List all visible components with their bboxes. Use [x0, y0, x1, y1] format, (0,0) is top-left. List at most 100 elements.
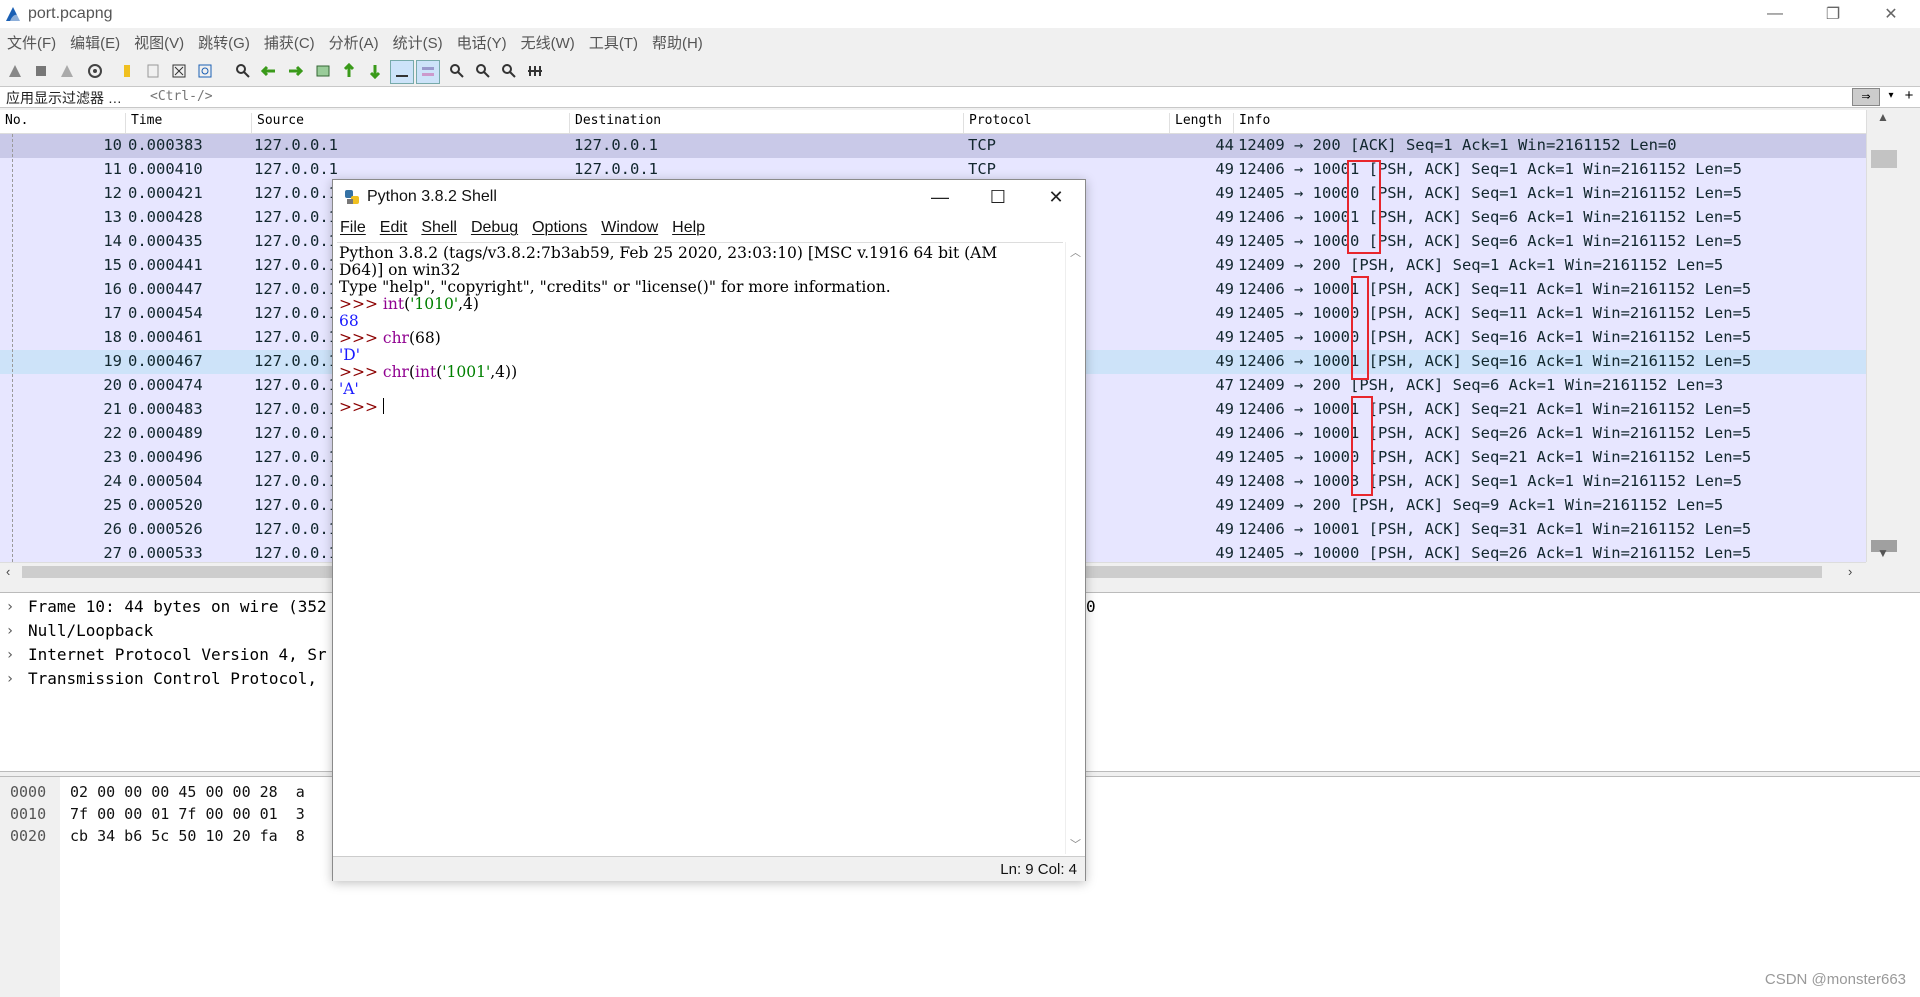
packet-list-vscroll[interactable]: ▲ ▼	[1866, 110, 1901, 562]
save-file-icon[interactable]	[142, 60, 164, 82]
detail-tcp[interactable]: Transmission Control Protocol,	[28, 669, 317, 688]
shell-menu-file[interactable]: File	[333, 219, 373, 237]
open-file-icon[interactable]	[116, 60, 138, 82]
capture-options-icon[interactable]	[84, 60, 106, 82]
menu-statistics[interactable]: 统计(S)	[386, 32, 450, 53]
shell-close-button[interactable]: ✕	[1027, 180, 1085, 214]
find-packet-icon[interactable]	[232, 60, 254, 82]
close-file-icon[interactable]	[168, 60, 190, 82]
expand-chevron-icon[interactable]: ›	[0, 623, 20, 639]
shell-menu-shell[interactable]: Shell	[414, 219, 464, 237]
add-filter-button-icon[interactable]: +	[1902, 87, 1916, 105]
menu-file[interactable]: 文件(F)	[0, 32, 63, 53]
menu-edit[interactable]: 编辑(E)	[63, 32, 127, 53]
zoom-out-icon[interactable]	[472, 60, 494, 82]
minimize-button[interactable]: —	[1746, 0, 1804, 28]
wireshark-fin-icon	[6, 7, 20, 21]
go-forward-icon[interactable]	[284, 60, 306, 82]
byte-row[interactable]: 7f 00 00 01 7f 00 00 01 3	[70, 805, 305, 823]
last-packet-icon[interactable]	[364, 60, 386, 82]
first-packet-icon[interactable]	[338, 60, 360, 82]
filter-dropdown-icon[interactable]: ▾	[1884, 88, 1898, 104]
go-to-packet-icon[interactable]	[312, 60, 334, 82]
reload-icon[interactable]	[194, 60, 216, 82]
apply-filter-arrow-icon[interactable]: ⇒	[1852, 88, 1880, 106]
shell-menu-help[interactable]: Help	[665, 219, 712, 237]
annotation-box-3	[1351, 396, 1373, 496]
shell-status-bar: Ln: 9 Col: 4	[333, 856, 1085, 881]
resize-columns-icon[interactable]	[524, 60, 546, 82]
python-logo-icon	[345, 190, 359, 204]
menu-analyze[interactable]: 分析(A)	[322, 32, 386, 53]
menu-tools[interactable]: 工具(T)	[582, 32, 645, 53]
column-info[interactable]: Info	[1234, 113, 1866, 133]
column-protocol[interactable]: Protocol	[964, 113, 1170, 133]
zoom-in-icon[interactable]	[446, 60, 468, 82]
restore-button[interactable]: ❐	[1804, 0, 1862, 28]
shell-menu-edit[interactable]: Edit	[373, 219, 415, 237]
shell-input-line: >>> chr(68)	[339, 329, 441, 347]
shell-vscroll[interactable]: ︿ ﹀	[1065, 242, 1084, 854]
detail-frame[interactable]: Frame 10: 44 bytes on wire (352	[28, 597, 327, 616]
menu-capture[interactable]: 捕获(C)	[257, 32, 322, 53]
autoscroll-icon[interactable]	[390, 60, 414, 84]
scroll-left-icon[interactable]: ‹	[6, 564, 10, 579]
display-filter-bar: 应用显示过滤器 … ⇒ ▾ +	[0, 86, 1920, 108]
shell-menu-window[interactable]: Window	[594, 219, 665, 237]
shell-text-area[interactable]: Python 3.8.2 (tags/v3.8.2:7b3ab59, Feb 2…	[337, 242, 1063, 855]
scroll-up-icon[interactable]: ▲	[1877, 110, 1889, 124]
byte-offset: 0010	[10, 805, 47, 823]
close-button[interactable]: ✕	[1862, 0, 1920, 28]
menu-telephony[interactable]: 电话(Y)	[450, 32, 514, 53]
annotation-box-1	[1347, 160, 1381, 254]
column-no[interactable]: No.	[0, 113, 126, 133]
menu-help[interactable]: 帮助(H)	[645, 32, 710, 53]
byte-row[interactable]: 02 00 00 00 45 00 00 28 a	[70, 783, 305, 801]
scroll-down-icon[interactable]: ▼	[1877, 546, 1889, 560]
cursor-position: Ln: 9 Col: 4	[1000, 861, 1077, 878]
shell-menu-debug[interactable]: Debug	[464, 219, 525, 237]
scroll-right-icon[interactable]: ›	[1848, 564, 1852, 579]
stop-capture-icon[interactable]	[30, 60, 52, 82]
watermark: CSDN @monster663	[1764, 971, 1906, 988]
shell-menu-options[interactable]: Options	[525, 219, 594, 237]
column-source[interactable]: Source	[252, 113, 570, 133]
shell-title: Python 3.8.2 Shell	[367, 188, 497, 205]
table-row[interactable]: 10 0.000383 127.0.0.1 127.0.0.1 TCP 44 12409 →…	[0, 134, 1866, 158]
column-destination[interactable]: Destination	[570, 113, 964, 133]
scroll-thumb[interactable]	[1871, 150, 1897, 168]
expand-chevron-icon[interactable]: ›	[0, 671, 20, 687]
normal-size-icon[interactable]	[498, 60, 520, 82]
start-capture-icon[interactable]	[4, 60, 26, 82]
shell-menu-bar: File Edit Shell Debug Options Window Hel…	[333, 216, 1085, 240]
shell-input-line: >>> int('1010',4)	[339, 295, 479, 313]
menu-bar: 文件(F) 编辑(E) 视图(V) 跳转(G) 捕获(C) 分析(A) 统计(S…	[0, 30, 1920, 54]
main-toolbar	[0, 56, 1920, 84]
byte-offset: 0000	[10, 783, 47, 801]
detail-ipv4[interactable]: Internet Protocol Version 4, Sr	[28, 645, 327, 664]
scroll-up-icon[interactable]: ︿	[1070, 244, 1081, 260]
menu-view[interactable]: 视图(V)	[127, 32, 191, 53]
expand-chevron-icon[interactable]: ›	[0, 647, 20, 663]
expand-chevron-icon[interactable]: ›	[0, 599, 20, 615]
python-shell-window: Python 3.8.2 Shell — ☐ ✕ File Edit Shell…	[332, 179, 1086, 881]
shell-minimize-button[interactable]: —	[911, 180, 969, 214]
scroll-down-icon[interactable]: ﹀	[1070, 836, 1081, 852]
display-filter-input[interactable]	[150, 87, 1830, 105]
menu-go[interactable]: 跳转(G)	[191, 32, 257, 53]
packet-list-header: No. Time Source Destination Protocol Len…	[0, 110, 1866, 134]
byte-row[interactable]: cb 34 b6 5c 50 10 20 fa 8	[70, 827, 305, 845]
window-titlebar: port.pcapng — ❐ ✕	[0, 0, 1920, 28]
shell-maximize-button[interactable]: ☐	[969, 180, 1027, 214]
text-cursor	[382, 398, 384, 414]
restart-capture-icon[interactable]	[56, 60, 78, 82]
window-controls: — ❐ ✕	[1746, 0, 1920, 28]
detail-loopback[interactable]: Null/Loopback	[28, 621, 153, 640]
shell-current-prompt[interactable]: >>>	[339, 398, 384, 416]
go-back-icon[interactable]	[258, 60, 280, 82]
menu-wireless[interactable]: 无线(W)	[514, 32, 582, 53]
annotation-box-2	[1351, 276, 1369, 380]
column-length[interactable]: Length	[1170, 113, 1234, 133]
colorize-icon[interactable]	[416, 60, 440, 84]
column-time[interactable]: Time	[126, 113, 252, 133]
